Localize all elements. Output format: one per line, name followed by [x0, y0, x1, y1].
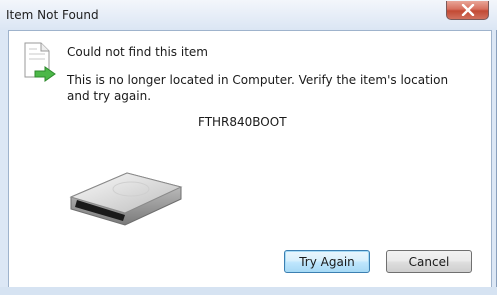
dialog-window: Item Not Found Could not find this item … [0, 0, 497, 295]
dialog-content: Could not find this item This is no long… [8, 30, 492, 287]
message-heading: Could not find this item [67, 45, 208, 59]
item-name: FTHR840BOOT [198, 115, 287, 129]
title-bar[interactable]: Item Not Found [0, 0, 497, 30]
try-again-button[interactable]: Try Again [284, 250, 370, 273]
dialog-bottom-border [0, 287, 497, 295]
missing-file-icon [24, 42, 56, 82]
cancel-button[interactable]: Cancel [386, 250, 472, 273]
close-button[interactable] [446, 1, 489, 20]
close-icon [461, 4, 474, 16]
message-body: This is no longer located in Computer. V… [67, 73, 449, 103]
drive-icon [69, 172, 183, 226]
window-title: Item Not Found [6, 8, 99, 22]
